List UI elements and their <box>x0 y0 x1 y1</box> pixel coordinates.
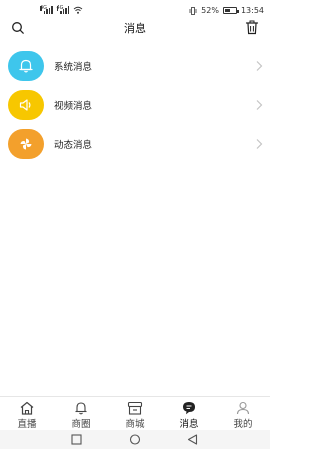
chat-bubble-icon <box>183 402 195 415</box>
message-row-video[interactable]: 视频消息 <box>0 85 270 124</box>
battery-percent: 52% <box>201 6 219 15</box>
chevron-right-icon <box>256 60 263 71</box>
cell-signal-icon: 4G <box>40 6 53 14</box>
video-message-avatar <box>8 89 44 120</box>
status-right: 52% 13:54 <box>189 6 264 15</box>
page-title: 消息 <box>124 22 146 35</box>
message-row-label: 视频消息 <box>54 100 93 112</box>
battery-fill <box>224 9 231 12</box>
pinwheel-icon <box>20 138 32 149</box>
person-icon <box>236 401 250 415</box>
tab-mall[interactable]: 商城 <box>108 397 162 430</box>
tab-label: 商圈 <box>71 419 91 430</box>
tab-label: 消息 <box>179 419 199 430</box>
bell-icon <box>19 59 33 72</box>
message-row-activity[interactable]: 动态消息 <box>0 124 270 163</box>
chevron-right-icon <box>256 138 263 149</box>
network-type-label: 4G <box>40 5 48 11</box>
cell-signal-icon-2: 4G <box>56 5 69 14</box>
recent-apps-square-icon[interactable] <box>71 434 82 445</box>
home-circle-icon[interactable] <box>129 434 141 445</box>
tab-business-circle[interactable]: 商圈 <box>54 397 108 430</box>
message-row-system[interactable]: 系统消息 <box>0 46 270 85</box>
message-list: 系统消息 视频消息 动态消息 <box>0 46 270 163</box>
clock: 13:54 <box>240 6 264 15</box>
tab-label: 直播 <box>17 419 37 430</box>
vibrate-icon <box>189 6 197 15</box>
bell-outline-icon <box>75 402 87 415</box>
system-message-avatar <box>8 50 44 81</box>
message-row-label: 动态消息 <box>54 139 93 151</box>
network-type-label-2: 4G <box>56 5 64 11</box>
tab-live[interactable]: 直播 <box>0 397 54 430</box>
back-triangle-icon[interactable] <box>187 434 198 445</box>
bottom-tab-bar: 直播 商圈 商城 消息 我的 <box>0 396 270 430</box>
trash-icon[interactable] <box>245 20 259 35</box>
speaker-icon <box>19 98 31 111</box>
home-icon <box>20 401 34 415</box>
header: 消息 <box>0 17 270 39</box>
activity-message-avatar <box>8 128 44 159</box>
tab-label: 我的 <box>233 419 253 430</box>
store-icon <box>127 401 143 415</box>
wifi-icon <box>73 6 83 14</box>
tab-messages[interactable]: 消息 <box>162 397 216 430</box>
tab-mine[interactable]: 我的 <box>216 397 270 430</box>
message-row-label: 系统消息 <box>54 61 93 73</box>
tab-label: 商城 <box>125 419 145 430</box>
battery-icon <box>222 7 239 14</box>
chevron-right-icon <box>256 99 263 110</box>
system-nav-bar <box>0 430 270 449</box>
status-left: 4G 4G <box>40 6 83 14</box>
